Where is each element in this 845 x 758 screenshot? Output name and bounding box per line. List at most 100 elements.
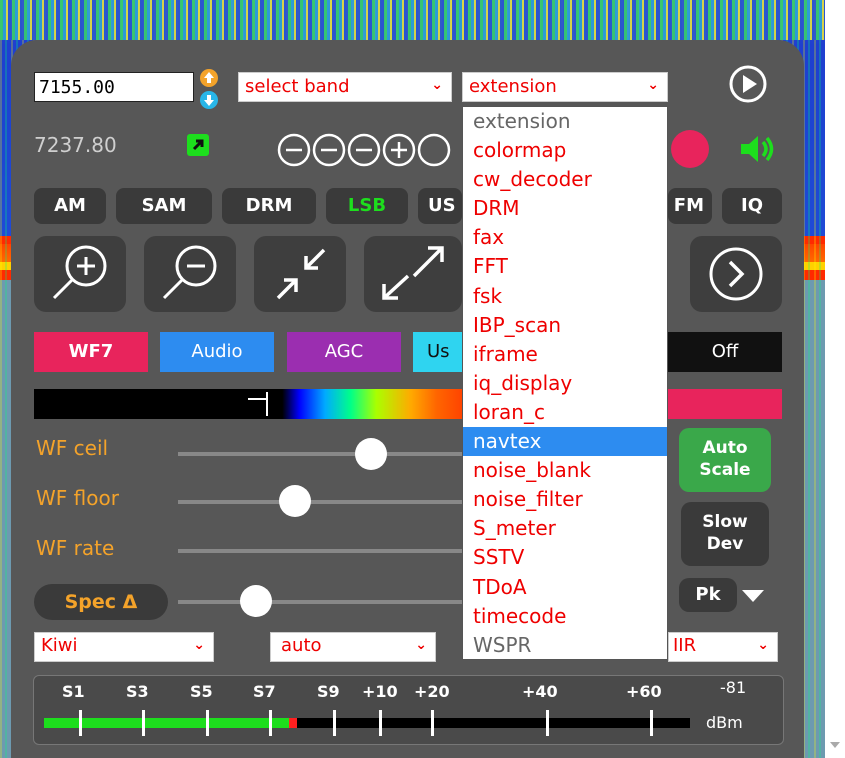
smeter-label: S9 xyxy=(317,682,340,701)
smeter-tick xyxy=(333,710,336,736)
scrollbar[interactable] xyxy=(825,0,845,758)
chevron-down-icon: ⌄ xyxy=(415,637,427,653)
extension-option[interactable]: loran_c xyxy=(463,398,667,427)
extension-select[interactable]: extension ⌄ xyxy=(462,72,668,102)
zoom-shrink-button[interactable] xyxy=(254,236,346,312)
mode-nfm-button[interactable]: FM xyxy=(668,188,712,224)
spec-thumb[interactable] xyxy=(240,585,272,617)
wf-rate-track[interactable] xyxy=(178,549,462,553)
zoom-step-icons[interactable] xyxy=(277,130,462,174)
iir-select[interactable]: IIR ⌄ xyxy=(668,632,778,662)
mode-usb-button[interactable]: US xyxy=(418,188,462,224)
mode-am-button[interactable]: AM xyxy=(34,188,106,224)
smeter-label: S5 xyxy=(190,682,213,701)
extension-dropdown-list[interactable]: extension colormap cw_decoder DRM fax FFT fsk I… xyxy=(462,106,668,660)
next-button[interactable] xyxy=(690,236,782,312)
smeter-label: S3 xyxy=(126,682,149,701)
extension-option[interactable]: noise_blank xyxy=(463,456,667,485)
auto-scale-line1: Auto xyxy=(702,438,748,458)
extension-option[interactable]: timecode xyxy=(463,602,667,631)
smeter-tick xyxy=(269,710,272,736)
wf-floor-track[interactable] xyxy=(178,500,462,504)
off-button[interactable]: Off xyxy=(668,332,782,372)
tab-audio[interactable]: Audio xyxy=(160,332,274,372)
extension-option[interactable]: FFT xyxy=(463,252,667,281)
freq-step-down-icon[interactable] xyxy=(199,90,219,114)
zoom-in-icon xyxy=(52,245,107,300)
colormap-marker-tick xyxy=(266,392,268,416)
wf-floor-label: WF floor xyxy=(36,486,119,510)
smeter-tick xyxy=(546,710,549,736)
slow-dev-line1: Slow xyxy=(702,512,748,532)
smeter-label: +40 xyxy=(522,682,558,701)
extension-option[interactable]: SSTV xyxy=(463,543,667,572)
smeter-tick xyxy=(431,710,434,736)
auto-scale-line2: Scale xyxy=(699,460,751,480)
extension-option[interactable]: DRM xyxy=(463,194,667,223)
spec-track[interactable] xyxy=(178,600,462,604)
extension-option[interactable]: extension xyxy=(463,107,667,136)
mode-sam-button[interactable]: SAM xyxy=(116,188,212,224)
record-icon[interactable] xyxy=(671,130,709,168)
mode-drm-button[interactable]: DRM xyxy=(222,188,316,224)
band-select[interactable]: select band ⌄ xyxy=(238,72,452,102)
extension-option[interactable]: iframe xyxy=(463,340,667,369)
extension-option[interactable]: TDoA xyxy=(463,573,667,602)
extension-option[interactable]: WSPR xyxy=(463,631,667,660)
waterfall-spectrum xyxy=(0,0,825,40)
scroll-down-icon[interactable] xyxy=(830,742,840,748)
smeter-label: S7 xyxy=(253,682,276,701)
zoom-out-icon xyxy=(162,245,217,300)
chevron-down-icon: ⌄ xyxy=(431,77,443,93)
spec-delta-button[interactable]: Spec Δ xyxy=(34,584,168,620)
wf-ceil-track[interactable] xyxy=(178,452,462,456)
extension-option[interactable]: S_meter xyxy=(463,514,667,543)
extension-option[interactable]: fsk xyxy=(463,282,667,311)
extension-option[interactable]: navtex xyxy=(463,427,667,457)
extension-option[interactable]: cw_decoder xyxy=(463,165,667,194)
smeter-tick xyxy=(650,710,653,736)
play-icon[interactable] xyxy=(728,64,768,108)
tab-wf[interactable]: WF7 xyxy=(34,332,148,372)
peak-dropdown-icon[interactable] xyxy=(742,590,764,602)
chevron-down-icon: ⌄ xyxy=(193,637,205,653)
smeter-reading: -81 xyxy=(720,678,747,697)
kiwi-select[interactable]: Kiwi ⌄ xyxy=(34,632,214,662)
auto-scale-button[interactable]: Auto Scale xyxy=(679,428,771,492)
chevron-down-icon: ⌄ xyxy=(647,77,659,93)
peak-button[interactable]: Pk xyxy=(679,578,737,612)
smeter-tick xyxy=(206,710,209,736)
zoom-expand-button[interactable] xyxy=(364,236,462,312)
smeter-tick xyxy=(142,710,145,736)
mode-iq-button[interactable]: IQ xyxy=(722,188,782,224)
tab-user[interactable]: Us xyxy=(413,332,462,372)
wf-floor-thumb[interactable] xyxy=(279,485,311,517)
colormap-bar-end xyxy=(668,389,782,419)
extension-option[interactable]: colormap xyxy=(463,136,667,165)
smeter-ticks xyxy=(44,710,690,736)
extension-option[interactable]: fax xyxy=(463,223,667,252)
tab-agc[interactable]: AGC xyxy=(287,332,401,372)
extension-option[interactable]: IBP_scan xyxy=(463,311,667,340)
smeter-label: S1 xyxy=(62,682,85,701)
freq-step-up-icon[interactable] xyxy=(199,68,219,92)
colormap-marker xyxy=(248,398,266,400)
frequency-input[interactable]: 7155.00 xyxy=(34,72,194,102)
auto-select-label: auto xyxy=(281,635,322,656)
slow-dev-button[interactable]: Slow Dev xyxy=(681,502,769,566)
smeter-label: +20 xyxy=(414,682,450,701)
mode-lsb-button[interactable]: LSB xyxy=(326,188,408,224)
extension-option[interactable]: noise_filter xyxy=(463,485,667,514)
extension-select-label: extension xyxy=(469,76,557,97)
zoom-in-button[interactable] xyxy=(34,236,126,312)
extension-option[interactable]: iq_display xyxy=(463,369,667,398)
auto-select[interactable]: auto ⌄ xyxy=(270,632,436,662)
sub-frequency-readout: 7237.80 xyxy=(34,133,117,157)
chevron-down-icon: ⌄ xyxy=(757,637,769,653)
external-link-icon[interactable] xyxy=(187,134,209,156)
wf-ceil-thumb[interactable] xyxy=(355,438,387,470)
colormap-bar xyxy=(34,389,462,419)
next-icon xyxy=(709,247,763,301)
speaker-icon[interactable] xyxy=(738,131,778,171)
zoom-out-button[interactable] xyxy=(144,236,236,312)
